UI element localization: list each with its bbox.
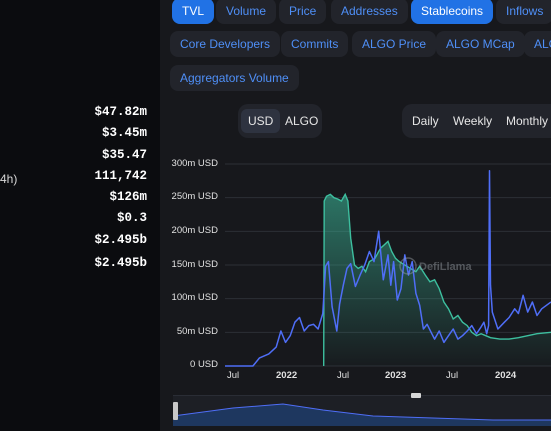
watermark-text: DefiLlama [419, 261, 472, 273]
plot-area [225, 169, 551, 367]
chart-navigator[interactable] [173, 393, 551, 426]
navigator-preview [173, 403, 551, 426]
navigator-handle-left[interactable] [173, 402, 178, 420]
navigator-grip[interactable] [411, 393, 421, 398]
tvl-chart[interactable]: DefiLlama [0, 0, 551, 431]
